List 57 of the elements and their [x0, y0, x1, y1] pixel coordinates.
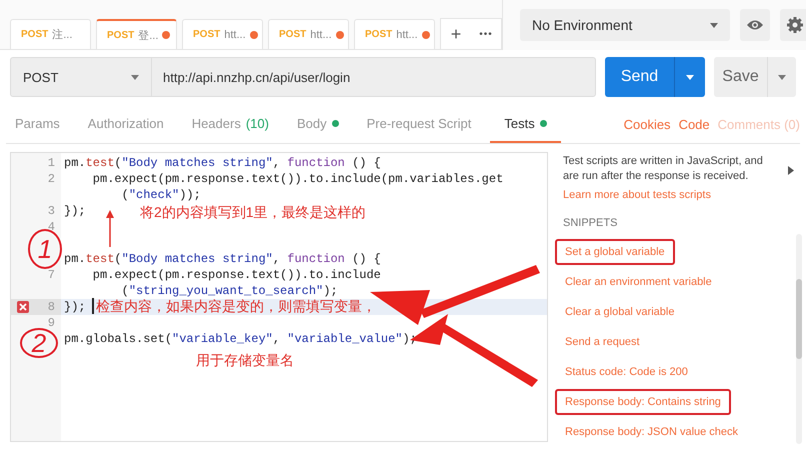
section-tab[interactable]: Headers (10) — [182, 105, 278, 143]
settings-button[interactable] — [780, 9, 806, 41]
eye-button[interactable] — [740, 9, 770, 41]
circled-number: 1 — [28, 229, 62, 269]
request-tab[interactable]: POST htt... — [268, 19, 349, 49]
section-tab[interactable]: Authorization — [78, 105, 173, 143]
request-tab[interactable]: POST htt... — [354, 19, 435, 49]
caret-icon — [710, 22, 718, 28]
link[interactable]: Code — [678, 116, 710, 132]
learn-more-link[interactable]: Learn more about tests scripts — [563, 189, 711, 201]
snippet-link[interactable]: Send a request — [555, 329, 650, 355]
eye-icon — [746, 19, 764, 31]
description-text: Test scripts are written in JavaScript, and are run after the response is received. — [563, 154, 764, 184]
code-line: ("string_you_want_to_search"); — [120, 283, 338, 299]
request-tab[interactable]: POST htt... — [182, 19, 263, 49]
link[interactable]: Cookies — [624, 116, 671, 132]
gear-icon — [786, 16, 804, 34]
snippet-link[interactable]: Clear an environment variable — [555, 269, 722, 295]
section-tab[interactable]: Tests — [490, 105, 561, 143]
code-line: pm.expect(pm.response.text()).to.include — [92, 267, 381, 283]
add-tab-button[interactable]: + — [441, 19, 471, 49]
text-cursor — [92, 298, 94, 314]
scrollbar[interactable] — [796, 234, 802, 444]
request-tab[interactable]: POST 注... — [10, 19, 91, 49]
circled-number: 2 — [20, 328, 58, 358]
code-line: pm.globals.set("variable_key", "variable_value"); — [63, 331, 417, 347]
annotation-arrow — [106, 210, 114, 247]
annotation-text: 检查内容，如果内容是变的，则需填写变量， — [96, 298, 376, 316]
snippet-link[interactable]: Response body: JSON value check — [555, 419, 748, 445]
snippet-link[interactable]: Status code: Code is 200 — [555, 359, 698, 385]
snippet-link[interactable]: Clear a global variable — [555, 299, 684, 325]
code-line: }); — [63, 299, 86, 315]
environment-dropdown[interactable]: No Environment — [520, 9, 730, 41]
section-tab[interactable]: Body — [288, 105, 348, 143]
code-line: pm.test("Body matches string", function () { — [63, 251, 381, 267]
line-number: 3 — [48, 204, 55, 218]
caret-icon — [778, 74, 786, 80]
line-number: 7 — [48, 268, 55, 282]
code-line: pm.expect(pm.response.text()).to.include(pm.variables.get — [92, 171, 504, 187]
line-number: 9 — [48, 316, 55, 330]
code-line: pm.test("Body matches string", function () { — [63, 155, 381, 171]
line-number: 2 — [48, 172, 55, 186]
annotation-text: 用于存储变量名 — [196, 352, 294, 370]
more-tabs-button[interactable]: ••• — [471, 19, 501, 49]
line-number: 8 — [48, 300, 55, 314]
caret-icon — [686, 74, 694, 80]
snippet-link[interactable]: Set a global variable — [555, 239, 675, 265]
annotation-text: 将2的内容填写到1里，最终是这样的 — [140, 204, 366, 222]
section-tab[interactable]: Pre-request Script — [358, 105, 480, 143]
code-line: ("check")); — [120, 187, 201, 203]
snippet-link[interactable]: Response body: Contains string — [555, 389, 731, 415]
expand-icon[interactable] — [788, 166, 794, 175]
line-number: 1 — [48, 156, 55, 170]
code-line: }); — [63, 203, 86, 219]
section-heading: SNIPPETS — [563, 217, 618, 229]
request-tab[interactable]: POST 登... — [96, 19, 177, 49]
section-tab[interactable]: Params — [6, 105, 69, 143]
